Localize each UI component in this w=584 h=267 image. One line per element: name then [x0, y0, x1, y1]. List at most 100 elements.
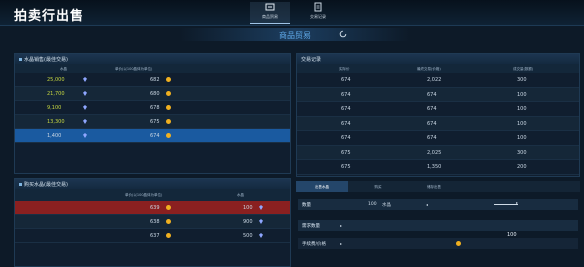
tab-trade-label: 商品贸易: [262, 14, 278, 19]
bullet-icon: [19, 58, 22, 61]
buy-row[interactable]: 638 900: [15, 215, 290, 229]
crystal-icon-wrap: [257, 233, 263, 239]
buy-price: 638: [150, 219, 160, 225]
section-header: 商品贸易: [180, 28, 410, 41]
sell-panel-title-text: 水晶销售(最佳交易): [24, 57, 68, 63]
record-volume: 100: [517, 106, 527, 112]
record-row: 675 1,350 200: [297, 160, 579, 175]
qty-label: 数量: [302, 203, 311, 208]
crystal-icon: [259, 219, 263, 224]
price-field[interactable]: 需求数量 ▸: [298, 220, 578, 231]
gold-coin-icon: [166, 233, 171, 238]
sell-row[interactable]: 9,100 678: [15, 101, 290, 115]
refresh-icon[interactable]: [339, 30, 347, 38]
tab-trade[interactable]: 商品贸易: [250, 2, 290, 24]
record-actual: 675: [341, 149, 351, 156]
record-row: 674 674 100: [297, 87, 579, 102]
qty-field[interactable]: 数量 100 水晶 ◂ ▸: [298, 199, 578, 210]
tab-buy[interactable]: 购买: [352, 181, 404, 192]
tab-sell-crystal[interactable]: 出售水晶: [296, 181, 348, 192]
sell-price: 675: [150, 119, 160, 125]
col-qty: 水晶: [60, 67, 67, 71]
col-price: 单价(以100晶体为单位): [115, 67, 153, 71]
record-table-header: 实际价 最终交易(价格) 成交量(数额): [297, 64, 579, 73]
record-actual: 674: [341, 135, 351, 141]
crystal-icon-wrap: [257, 205, 263, 211]
buy-price: 637: [150, 233, 160, 239]
fee-label: 手续费/价格: [302, 242, 327, 247]
record-panel-title: 交易记录: [297, 54, 579, 64]
sell-panel: 水晶销售(最佳交易) 水晶 单价(以100晶体为单位) 25,000 682 21,…: [14, 53, 291, 174]
buy-panel-title: 购买水晶(最佳交易): [15, 179, 290, 189]
qty-value: 100: [368, 202, 377, 207]
record-panel: 交易记录 实际价 最终交易(价格) 成交量(数额) 674 2,022 300 674…: [296, 53, 580, 177]
sell-price: 680: [150, 91, 160, 97]
tab-store-sell[interactable]: 储存出售: [408, 181, 460, 192]
gold-coin-icon: [166, 205, 171, 210]
record-row: 674 674 100: [297, 102, 579, 117]
crystal-icon-wrap: [257, 219, 263, 225]
record-final: 2,025: [427, 149, 442, 156]
record-actual: 674: [341, 77, 351, 83]
record-row: 674 2,022 300: [297, 73, 579, 88]
sell-qty: 9,100: [47, 105, 62, 111]
gold-coin-icon: [166, 219, 171, 224]
fee-arrow-icon[interactable]: ▸: [340, 241, 342, 246]
sell-row[interactable]: 13,300 675: [15, 115, 290, 129]
record-volume: 100: [517, 91, 527, 98]
sell-price: 674: [150, 133, 160, 139]
record-row: 674 674 100: [297, 131, 579, 146]
record-final: 2,022: [427, 77, 442, 83]
gold-coin-icon: [166, 77, 171, 82]
crystal-icon-wrap: [81, 77, 87, 83]
qty-slider[interactable]: [494, 204, 518, 205]
crystal-icon-wrap: [81, 119, 87, 125]
gold-coin-icon: [166, 91, 171, 96]
buy-row[interactable]: 639 100: [15, 201, 290, 215]
sell-qty: 1,400: [47, 133, 62, 139]
col-qty: 水晶: [237, 193, 244, 197]
buy-panel-title-text: 购买水晶(最佳交易): [24, 182, 68, 188]
col-final: 最终交易(价格): [417, 67, 441, 71]
top-bar: 拍卖行出售 商品贸易 交易记录: [0, 0, 584, 26]
bullet-icon: [19, 183, 22, 186]
qty-decrease-arrow-icon[interactable]: ◂: [426, 202, 428, 207]
sell-table-header: 水晶 单价(以100晶体为单位): [15, 64, 290, 73]
record-volume: 200: [517, 164, 527, 170]
price-label: 需求数量: [302, 224, 320, 229]
sell-price: 678: [150, 105, 160, 111]
gold-coin-icon: [166, 105, 171, 110]
buy-row[interactable]: 637 500: [15, 229, 290, 243]
sell-row[interactable]: 25,000 682: [15, 73, 290, 87]
record-volume: 300: [517, 77, 527, 83]
crystal-icon-wrap: [81, 91, 87, 97]
col-actual: 实际价: [339, 67, 350, 71]
crystal-icon: [83, 119, 87, 124]
fee-field: 手续费/价格 ▸: [298, 238, 578, 249]
crystal-icon-wrap: [81, 105, 87, 111]
record-final: 674: [427, 135, 437, 141]
sell-row[interactable]: 21,700 680: [15, 87, 290, 101]
sell-row[interactable]: 1,400 674: [15, 129, 290, 143]
price-value: 100: [507, 232, 517, 238]
gold-coin-icon: [166, 133, 171, 138]
crystal-icon: [83, 105, 87, 110]
buy-panel: 购买水晶(最佳交易) 单价(以100晶体为单位) 水晶 639 100 638 900…: [14, 178, 291, 267]
sell-qty: 25,000: [47, 77, 65, 83]
record-row: 674 674 100: [297, 116, 579, 131]
qty-increase-arrow-icon[interactable]: ▸: [516, 200, 518, 205]
crystal-icon: [83, 77, 87, 82]
trade-tabs: 出售水晶 购买 储存出售: [296, 181, 580, 192]
tab-records[interactable]: 交易记录: [298, 2, 338, 24]
crystal-icon: [83, 133, 87, 138]
col-volume: 成交量(数额): [513, 67, 534, 71]
sell-qty: 13,300: [47, 119, 65, 125]
sell-price: 682: [150, 77, 160, 83]
record-actual: 674: [341, 120, 351, 127]
buy-qty: 500: [243, 233, 253, 239]
record-final: 674: [427, 120, 437, 127]
record-final: 674: [427, 106, 437, 112]
price-arrow-icon[interactable]: ▸: [340, 223, 342, 228]
crystal-icon: [259, 205, 263, 210]
gold-coin-icon: [166, 119, 171, 124]
